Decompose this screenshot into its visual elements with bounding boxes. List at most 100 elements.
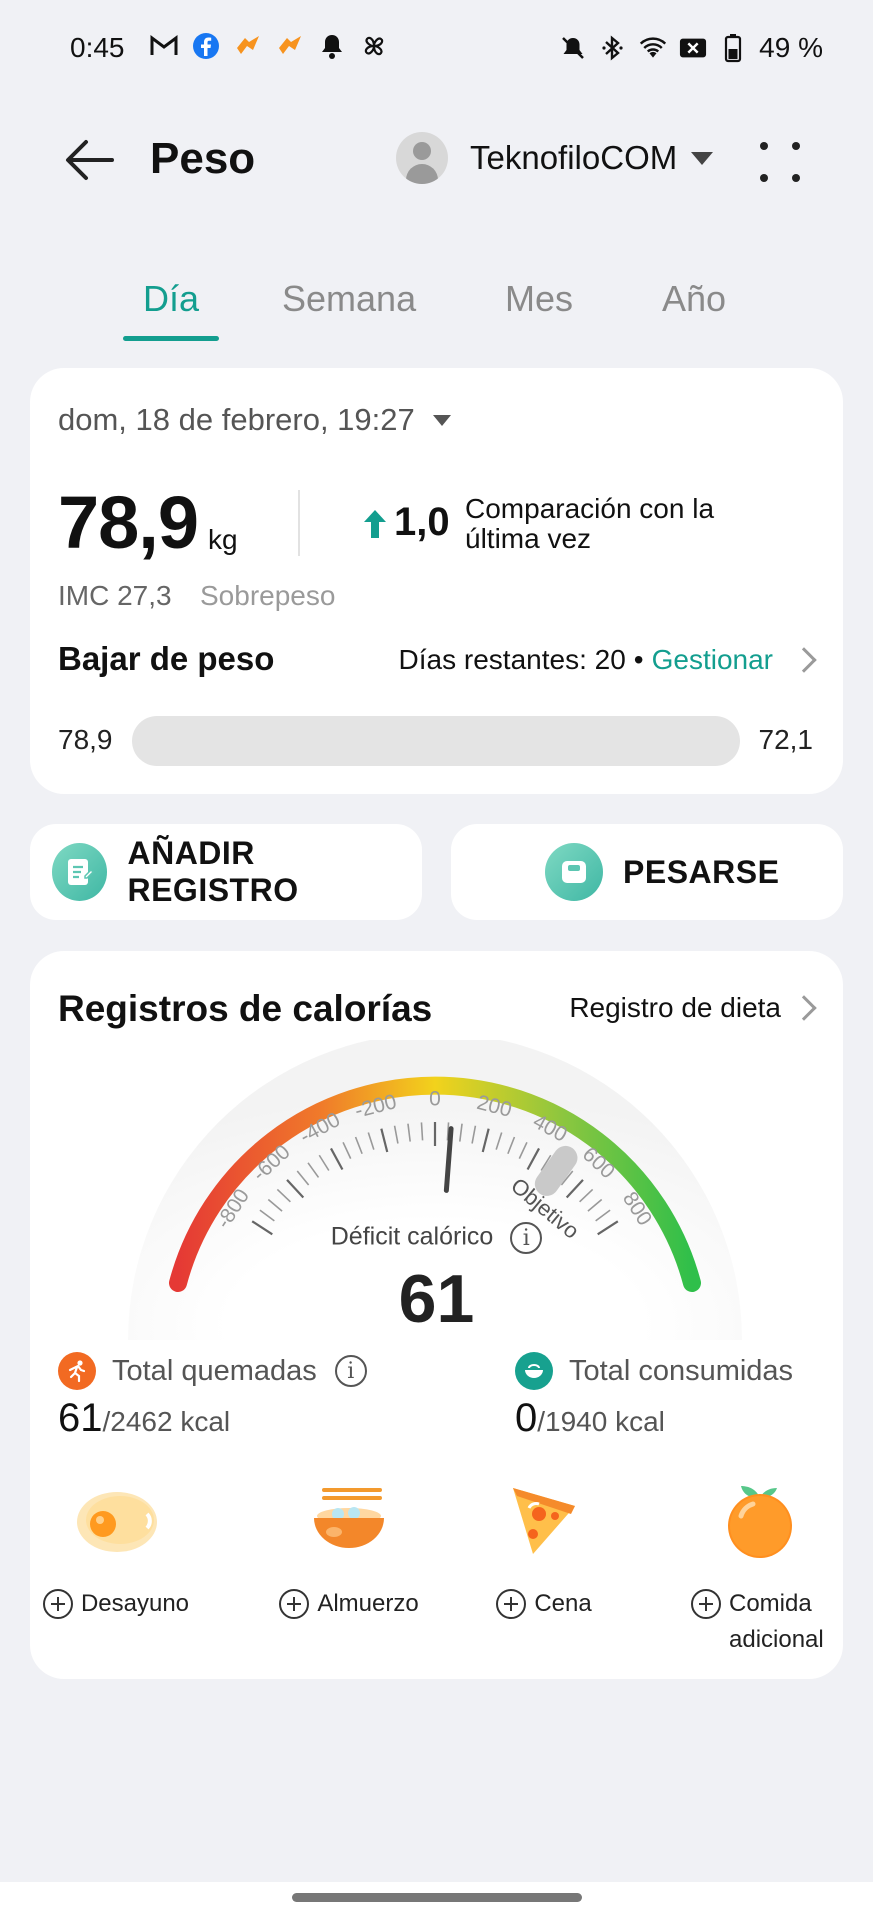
chevron-right-icon (791, 995, 817, 1021)
meal-label-row: Comida adicional (660, 1586, 860, 1658)
divider (298, 490, 300, 556)
meal-snack[interactable]: Comida adicional (660, 1474, 860, 1658)
date-text: dom, 18 de febrero, 19:27 (58, 402, 415, 437)
days-remaining: Días restantes: 20 (398, 644, 626, 675)
separator-dot: • (633, 644, 644, 675)
app-header: Peso TeknofiloCOM (0, 110, 873, 210)
meal-label-row: Desayuno (16, 1586, 216, 1622)
system-icons: 49 % (559, 32, 823, 64)
running-icon (58, 1352, 96, 1390)
tab-day[interactable]: Día (143, 278, 199, 320)
dot-icon (760, 174, 768, 182)
meal-label: Cena (534, 1590, 592, 1617)
add-icon (496, 1589, 527, 1619)
status-bar: 0:45 49 % (0, 0, 873, 100)
consumed-label-row: Total consumidas (515, 1352, 793, 1390)
diet-record-label: Registro de dieta (569, 992, 781, 1023)
battery-icon (719, 34, 747, 63)
meal-label-row: Cena (444, 1586, 644, 1622)
burned-value-row: 61/2462 kcal (58, 1396, 230, 1441)
burned-total: /2462 kcal (102, 1406, 231, 1437)
orange-icon (715, 1474, 805, 1564)
meal-label-row: Almuerzo (249, 1586, 449, 1622)
deficit-value: 61 (398, 1261, 475, 1337)
facebook-icon (192, 32, 220, 60)
weight-change-label: Comparación con la última vez (465, 493, 715, 554)
weigh-label: PESARSE (623, 853, 780, 890)
back-button[interactable] (62, 132, 118, 188)
burned-label-row: Total quemadas i (58, 1352, 367, 1390)
gmail-icon (150, 32, 178, 60)
pinwheel-icon (360, 32, 388, 60)
pizza-icon (499, 1474, 589, 1564)
back-arrow-icon (66, 140, 114, 180)
tab-year[interactable]: Año (662, 278, 726, 320)
dot-icon (760, 142, 768, 150)
tab-month[interactable]: Mes (505, 278, 573, 320)
meal-lunch[interactable]: Almuerzo (249, 1474, 449, 1622)
info-icon[interactable]: i (510, 1222, 543, 1254)
add-icon (42, 1589, 73, 1619)
info-icon[interactable]: i (334, 1355, 367, 1387)
notification-icons (150, 32, 388, 60)
page-title: Peso (150, 134, 256, 183)
avatar (396, 132, 448, 184)
period-tabs: Día Semana Mes Año (0, 270, 873, 350)
progress-start-value: 78,9 (58, 724, 113, 755)
meal-label: Desayuno (80, 1590, 190, 1617)
meal-dinner[interactable]: Cena (444, 1474, 644, 1622)
meal-label: Comida adicional (729, 1590, 824, 1653)
diet-record-link[interactable]: Registro de dieta (569, 992, 817, 1024)
bowl-icon (304, 1474, 394, 1564)
bowl-icon (515, 1352, 553, 1390)
dot-icon (792, 142, 800, 150)
meal-label: Almuerzo (317, 1590, 419, 1617)
consumed-label: Total consumidas (569, 1354, 794, 1387)
add-icon (279, 1589, 310, 1619)
bluetooth-icon (599, 34, 627, 62)
calories-title: Registros de calorías (58, 988, 433, 1029)
add-record-label: AÑADIR REGISTRO (127, 835, 299, 908)
progress-target-value: 72,1 (758, 724, 814, 755)
weigh-button[interactable]: PESARSE (451, 824, 843, 920)
system-nav-bar (0, 1882, 873, 1920)
chevron-right-icon (791, 647, 817, 673)
manage-link[interactable]: Gestionar (652, 644, 773, 676)
more-options-button[interactable] (758, 140, 804, 186)
goal-progress-bar (132, 716, 740, 766)
status-time: 0:45 (70, 32, 125, 63)
meal-breakfast[interactable]: Desayuno (16, 1474, 216, 1622)
chevron-down-icon (432, 414, 451, 426)
burned-value: 61 (58, 1396, 103, 1440)
date-selector[interactable]: dom, 18 de febrero, 19:27 (58, 402, 451, 438)
gauge-tick-label: 0 (429, 1088, 441, 1111)
chevron-down-icon (691, 151, 714, 165)
user-name: TeknofiloCOM (470, 139, 678, 176)
wifi-icon (639, 34, 667, 62)
consumed-value: 0 (515, 1396, 538, 1440)
notification-bell-icon (318, 32, 346, 60)
mute-icon (559, 34, 587, 62)
dot-icon (792, 174, 800, 182)
tab-week[interactable]: Semana (282, 278, 416, 320)
heart-rate-icon (234, 32, 262, 60)
weight-unit: kg (208, 524, 238, 555)
gauge-tick (420, 1122, 424, 1141)
tab-indicator (123, 336, 219, 341)
consumed-total: /1940 kcal (537, 1406, 665, 1437)
heart-rate-icon (276, 32, 304, 60)
burned-label: Total quemadas (112, 1354, 317, 1387)
scale-icon (545, 843, 603, 901)
bmi-status: Sobrepeso (200, 580, 336, 611)
goal-title: Bajar de peso (58, 640, 275, 677)
arrow-up-icon (364, 510, 386, 538)
notepad-icon (52, 843, 108, 901)
no-sim-icon (679, 34, 707, 62)
goal-manage-link[interactable]: Días restantes: 20 • Gestionar (398, 644, 817, 676)
user-switcher[interactable]: TeknofiloCOM (396, 132, 714, 184)
egg-icon (71, 1474, 161, 1564)
add-record-button[interactable]: AÑADIR REGISTRO (30, 824, 422, 920)
deficit-label: Déficit calórico (330, 1222, 494, 1251)
consumed-value-row: 0/1940 kcal (515, 1396, 665, 1441)
home-gesture-handle[interactable] (292, 1893, 582, 1902)
